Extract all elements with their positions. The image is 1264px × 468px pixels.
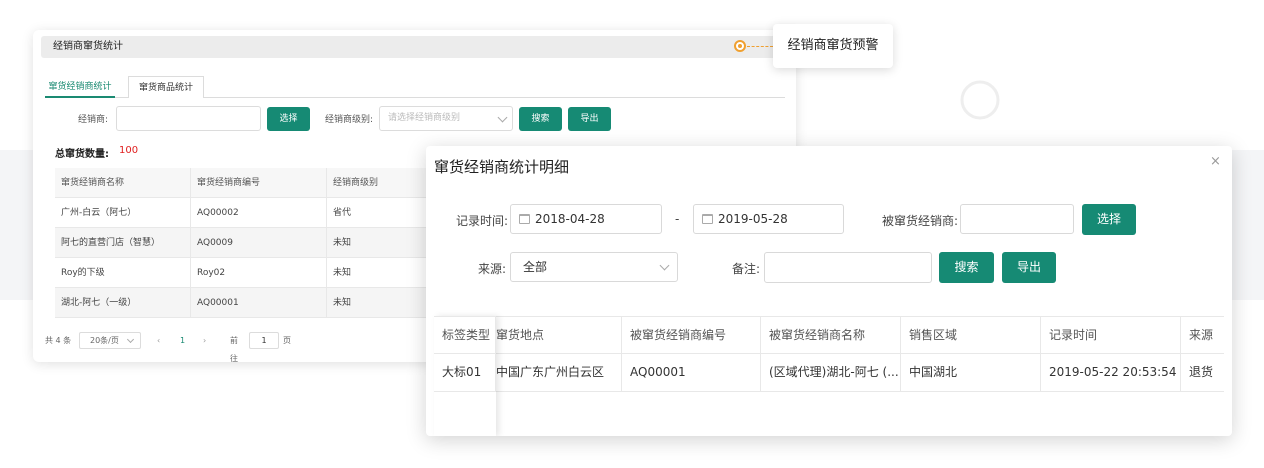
column-header: 记录时间 (1041, 317, 1181, 354)
goto-label: 前往 (230, 336, 238, 362)
diversion-detail-dialog: 窜货经销商统计明细 × 记录时间: 2018-04-28 - 2019-05-2… (426, 146, 1232, 436)
source-select[interactable]: 全部 (510, 252, 678, 282)
callout-marker-icon (734, 40, 746, 52)
callout-label: 经销商窜货预警 (773, 24, 893, 68)
column-header: 窜货地点 (496, 317, 622, 354)
chevron-down-icon (659, 260, 670, 271)
panel-header-title: 经销商窜货统计 (41, 36, 788, 58)
table-row[interactable]: 阿七的直营门店（智慧） AQ0009 未知 (55, 228, 445, 258)
dealer-code-cell: AQ00002 (191, 198, 327, 228)
page-suffix: 页 (283, 336, 291, 345)
calendar-icon (519, 214, 530, 224)
tab-bar: 窜货经销商统计 窜货商品统计 (45, 76, 785, 98)
target-dealer-code-cell: AQ00001 (622, 354, 761, 391)
source-value: 全部 (523, 260, 548, 274)
search-button[interactable]: 搜索 (519, 107, 562, 131)
column-header: 被窜货经销商编号 (622, 317, 761, 354)
end-date-value: 2019-05-28 (718, 212, 788, 226)
table-row[interactable]: 大标01 中国广东广州白云区 AQ00001 (区域代理)湖北-阿七 (... … (434, 354, 1224, 392)
column-header: 被窜货经销商名称 (761, 317, 901, 354)
dealer-level-placeholder: 请选择经销商级别 (388, 113, 461, 123)
dealer-level-label: 经销商级别: (325, 115, 374, 125)
dealer-code-cell: AQ00001 (191, 288, 327, 318)
export-button[interactable]: 导出 (1002, 252, 1056, 283)
target-dealer-input[interactable] (960, 204, 1074, 234)
total-diversion-label: 总窜货数量: (55, 149, 109, 160)
dealer-code-cell: Roy02 (191, 258, 327, 288)
dealer-stats-table: 窜货经销商名称 窜货经销商编号 经销商级别 广州-白云（阿七） AQ00002 … (55, 168, 445, 318)
total-diversion-value: 100 (119, 145, 139, 156)
tag-type-cell: 大标01 (434, 354, 496, 391)
table-row[interactable]: Roy的下级 Roy02 未知 (55, 258, 445, 288)
page-size-value: 20条/页 (90, 336, 119, 345)
dealer-name-cell: 湖北-阿七（一级） (55, 288, 191, 318)
page-number-current[interactable]: 1 (180, 332, 185, 350)
remark-label: 备注: (732, 262, 761, 276)
select-dealer-button[interactable]: 选择 (267, 107, 310, 131)
end-date-input[interactable]: 2019-05-28 (693, 204, 844, 234)
tab-diverted-dealer-stats[interactable]: 窜货经销商统计 (45, 76, 115, 98)
target-dealer-label: 被窜货经销商: (882, 214, 959, 228)
column-header: 标签类型 (434, 317, 496, 354)
goto-page-input[interactable]: 1 (249, 332, 279, 349)
page-size-select[interactable]: 20条/页 (79, 332, 141, 349)
table-header-row: 标签类型 窜货地点 被窜货经销商编号 被窜货经销商名称 销售区域 记录时间 来源 (434, 316, 1224, 354)
dealer-name-cell: 阿七的直营门店（智慧） (55, 228, 191, 258)
table-row[interactable]: 湖北-阿七（一级） AQ00001 未知 (55, 288, 445, 318)
sales-region-cell: 中国湖北 (901, 354, 1041, 391)
dealer-name-cell: Roy的下级 (55, 258, 191, 288)
start-date-input[interactable]: 2018-04-28 (510, 204, 662, 234)
next-page-button[interactable]: › (203, 332, 206, 350)
dealer-label: 经销商: (78, 115, 109, 125)
diversion-detail-table: 标签类型 窜货地点 被窜货经销商编号 被窜货经销商名称 销售区域 记录时间 来源… (434, 316, 1224, 436)
dealer-name-cell: 广州-白云（阿七） (55, 198, 191, 228)
start-date-value: 2018-04-28 (535, 212, 605, 226)
dealer-level-select[interactable]: 请选择经销商级别 (379, 106, 513, 131)
column-header: 窜货经销商编号 (191, 168, 327, 198)
source-cell: 退货 (1189, 365, 1214, 379)
column-header: 来源 (1189, 328, 1214, 342)
target-dealer-name-cell: (区域代理)湖北-阿七 (... (761, 354, 901, 391)
remark-input[interactable] (764, 252, 932, 283)
record-time-cell: 2019-05-22 20:53:54 (1041, 354, 1181, 391)
table-header-row: 窜货经销商名称 窜货经销商编号 经销商级别 (55, 168, 445, 198)
chevron-down-icon (126, 335, 135, 344)
table-row[interactable]: 广州-白云（阿七） AQ00002 省代 (55, 198, 445, 228)
dialog-title: 窜货经销商统计明细 (434, 158, 570, 176)
chevron-down-icon (497, 112, 508, 123)
search-button[interactable]: 搜索 (939, 252, 994, 283)
calendar-icon (702, 214, 713, 224)
record-time-label: 记录时间: (456, 214, 509, 228)
dealer-input[interactable] (116, 106, 261, 131)
tab-diverted-product-stats[interactable]: 窜货商品统计 (128, 76, 204, 98)
export-button[interactable]: 导出 (568, 107, 611, 131)
close-icon[interactable]: × (1210, 154, 1221, 169)
source-label: 来源: (478, 262, 507, 276)
callout-connector (747, 46, 773, 47)
column-header: 窜货经销商名称 (55, 168, 191, 198)
date-separator: - (675, 212, 680, 226)
select-target-dealer-button[interactable]: 选择 (1082, 204, 1136, 235)
diversion-location-cell: 中国广东广州白云区 (496, 354, 622, 391)
prev-page-button[interactable]: ‹ (157, 332, 160, 350)
column-header: 销售区域 (901, 317, 1041, 354)
dealer-code-cell: AQ0009 (191, 228, 327, 258)
